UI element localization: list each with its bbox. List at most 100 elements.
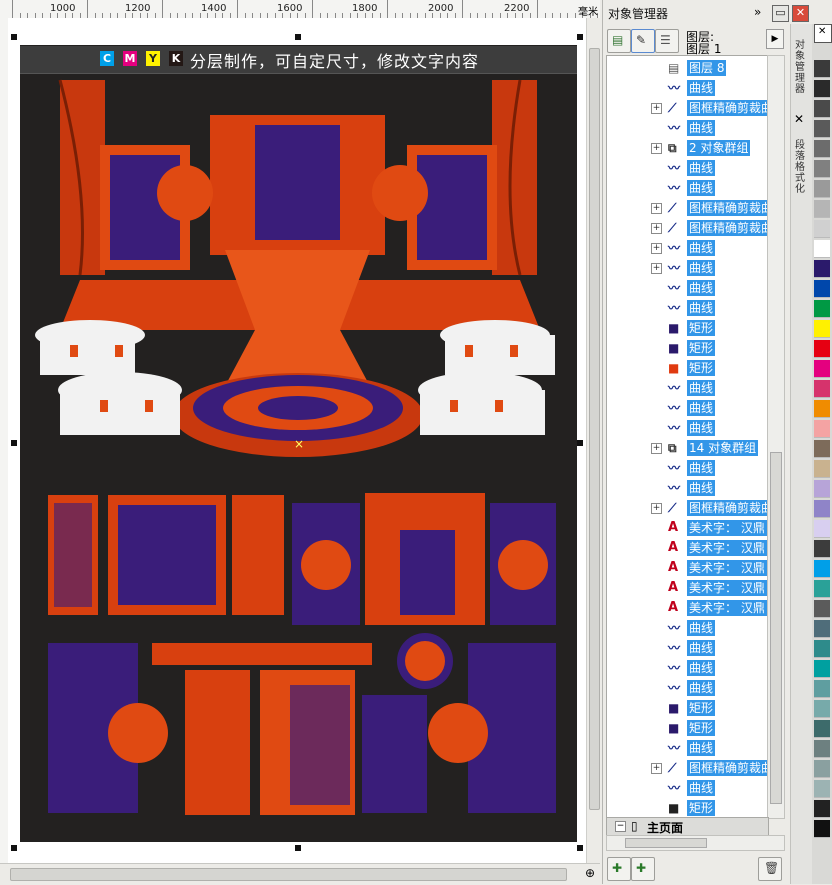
canvas-horizontal-scrollbar[interactable]: ⊕ (0, 863, 600, 885)
selection-handle-bottom[interactable] (295, 845, 301, 851)
color-swatch[interactable] (814, 560, 830, 578)
tree-row[interactable]: 〰曲线 (607, 618, 768, 638)
layer-manager-view-button[interactable]: ☰ (655, 29, 679, 53)
tree-scroll-thumb[interactable] (770, 452, 782, 804)
tree-row[interactable]: ■ 矩形 (607, 318, 768, 338)
selection-handle-left[interactable] (11, 440, 17, 446)
expand-toggle[interactable]: + (651, 243, 662, 254)
zoom-icon[interactable]: ⊕ (585, 866, 595, 880)
color-swatch[interactable] (814, 780, 830, 798)
color-swatch[interactable] (814, 140, 830, 158)
tree-row[interactable]: 〰曲线 (607, 298, 768, 318)
master-page-row[interactable]: − ▯ 主页面 (606, 817, 769, 837)
new-master-layer-button[interactable]: ✚ (631, 857, 655, 881)
color-swatch[interactable] (814, 80, 830, 98)
expand-toggle[interactable]: + (651, 443, 662, 454)
color-swatch[interactable] (814, 280, 830, 298)
tree-row[interactable]: + ⟋ 图框精确剪裁曲 (607, 218, 768, 238)
selection-handle-top[interactable] (295, 34, 301, 40)
tree-horizontal-scrollbar[interactable] (606, 835, 785, 851)
tree-row[interactable]: 〰曲线 (607, 178, 768, 198)
tree-row[interactable]: A 美术字： 汉鼎 (607, 578, 768, 598)
tree-row[interactable]: + ⟋ 图框精确剪裁曲 (607, 198, 768, 218)
expand-toggle[interactable]: + (651, 503, 662, 514)
color-swatch[interactable] (814, 100, 830, 118)
selection-handle-right[interactable] (577, 440, 583, 446)
docker-minimize-button[interactable]: ▭ (772, 5, 789, 22)
tree-row[interactable]: + ⧉ 14 对象群组 (607, 438, 768, 458)
tree-row[interactable]: 〰曲线 (607, 478, 768, 498)
expand-toggle[interactable]: + (651, 263, 662, 274)
color-swatch[interactable] (814, 160, 830, 178)
new-layer-button[interactable]: ✚ (607, 857, 631, 881)
tree-row[interactable]: + ⟋ 图框精确剪裁曲 (607, 498, 768, 518)
docker-close-button[interactable]: ✕ (792, 5, 809, 22)
expand-toggle[interactable]: + (651, 103, 662, 114)
color-swatch[interactable] (814, 700, 830, 718)
selection-handle-bl[interactable] (11, 845, 17, 851)
selection-handle-tl[interactable] (11, 34, 17, 40)
vertical-scroll-thumb[interactable] (589, 48, 600, 810)
expand-toggle[interactable]: + (651, 203, 662, 214)
color-swatch[interactable] (814, 260, 830, 278)
color-swatch[interactable] (814, 300, 830, 318)
tree-row[interactable]: + ⟋ 图框精确剪裁曲 (607, 758, 768, 778)
expand-toggle[interactable]: + (651, 143, 662, 154)
show-properties-button[interactable]: ▤ (607, 29, 631, 53)
tree-row[interactable]: 〰曲线 (607, 158, 768, 178)
tree-row[interactable]: + 〰曲线 (607, 258, 768, 278)
tree-row[interactable]: A 美术字： 汉鼎 (607, 518, 768, 538)
tree-row[interactable]: 〰曲线 (607, 118, 768, 138)
color-swatch[interactable] (814, 460, 830, 478)
tree-row[interactable]: 〰曲线 (607, 78, 768, 98)
tree-row[interactable]: ■ 矩形 (607, 358, 768, 378)
color-swatch[interactable] (814, 380, 830, 398)
tree-hscroll-thumb[interactable] (625, 838, 707, 848)
color-swatch[interactable] (814, 580, 830, 598)
horizontal-ruler[interactable]: 1000 1200 1400 1600 1800 2000 2200 (0, 0, 600, 19)
color-swatch[interactable] (814, 800, 830, 818)
color-swatch[interactable] (814, 240, 830, 258)
master-page-expander[interactable]: − (615, 821, 626, 832)
color-swatch[interactable] (814, 180, 830, 198)
color-swatch[interactable] (814, 200, 830, 218)
selection-handle-br[interactable] (577, 845, 583, 851)
color-swatch[interactable] (814, 680, 830, 698)
tree-row[interactable]: ■ 矩形 (607, 798, 768, 818)
tree-row[interactable]: ■ 矩形 (607, 338, 768, 358)
color-swatch[interactable] (814, 600, 830, 618)
tree-row[interactable]: 〰曲线 (607, 658, 768, 678)
color-swatch[interactable] (814, 440, 830, 458)
color-swatch[interactable] (814, 420, 830, 438)
edit-across-layers-button[interactable]: ✎ (631, 29, 655, 53)
tree-row[interactable]: 〰曲线 (607, 398, 768, 418)
tab-object-manager[interactable]: 对象管理器 (793, 40, 807, 95)
expand-toggle[interactable]: + (651, 223, 662, 234)
color-swatch[interactable] (814, 220, 830, 238)
tree-row[interactable]: + ⟋ 图框精确剪裁曲 (607, 98, 768, 118)
tree-row[interactable]: 〰曲线 (607, 278, 768, 298)
docker-expand-icon[interactable]: » (754, 5, 761, 19)
tree-row[interactable]: A 美术字： 汉鼎 (607, 598, 768, 618)
center-marker-icon[interactable]: × (294, 437, 304, 451)
tree-vertical-scrollbar[interactable] (767, 55, 785, 819)
color-swatch[interactable] (814, 340, 830, 358)
color-swatch[interactable] (814, 540, 830, 558)
tree-row[interactable]: 〰曲线 (607, 778, 768, 798)
canvas-vertical-scrollbar[interactable] (586, 18, 601, 863)
color-swatch[interactable] (814, 660, 830, 678)
color-swatch[interactable] (814, 480, 830, 498)
horizontal-scroll-thumb[interactable] (10, 868, 567, 881)
tree-row[interactable]: 〰曲线 (607, 678, 768, 698)
tree-row[interactable]: ■ 矩形 (607, 718, 768, 738)
object-tree[interactable]: ▤ 图层 8 〰曲线 + ⟋ 图框精确剪裁曲〰曲线 + ⧉ 2 对象群组〰曲线〰曲线 + ⟋ 图框精确… (606, 55, 769, 819)
tree-row[interactable]: 〰曲线 (607, 378, 768, 398)
tab-close-icon[interactable]: ✕ (794, 112, 804, 126)
tab-paragraph-format[interactable]: 段落格式化 (793, 140, 807, 195)
color-swatch[interactable] (814, 360, 830, 378)
tree-row[interactable]: A 美术字： 汉鼎 (607, 558, 768, 578)
color-swatch[interactable] (814, 520, 830, 538)
tree-row[interactable]: A 美术字： 汉鼎 (607, 538, 768, 558)
tree-row[interactable]: + ⧉ 2 对象群组 (607, 138, 768, 158)
no-fill-swatch[interactable]: ✕ (814, 24, 832, 43)
